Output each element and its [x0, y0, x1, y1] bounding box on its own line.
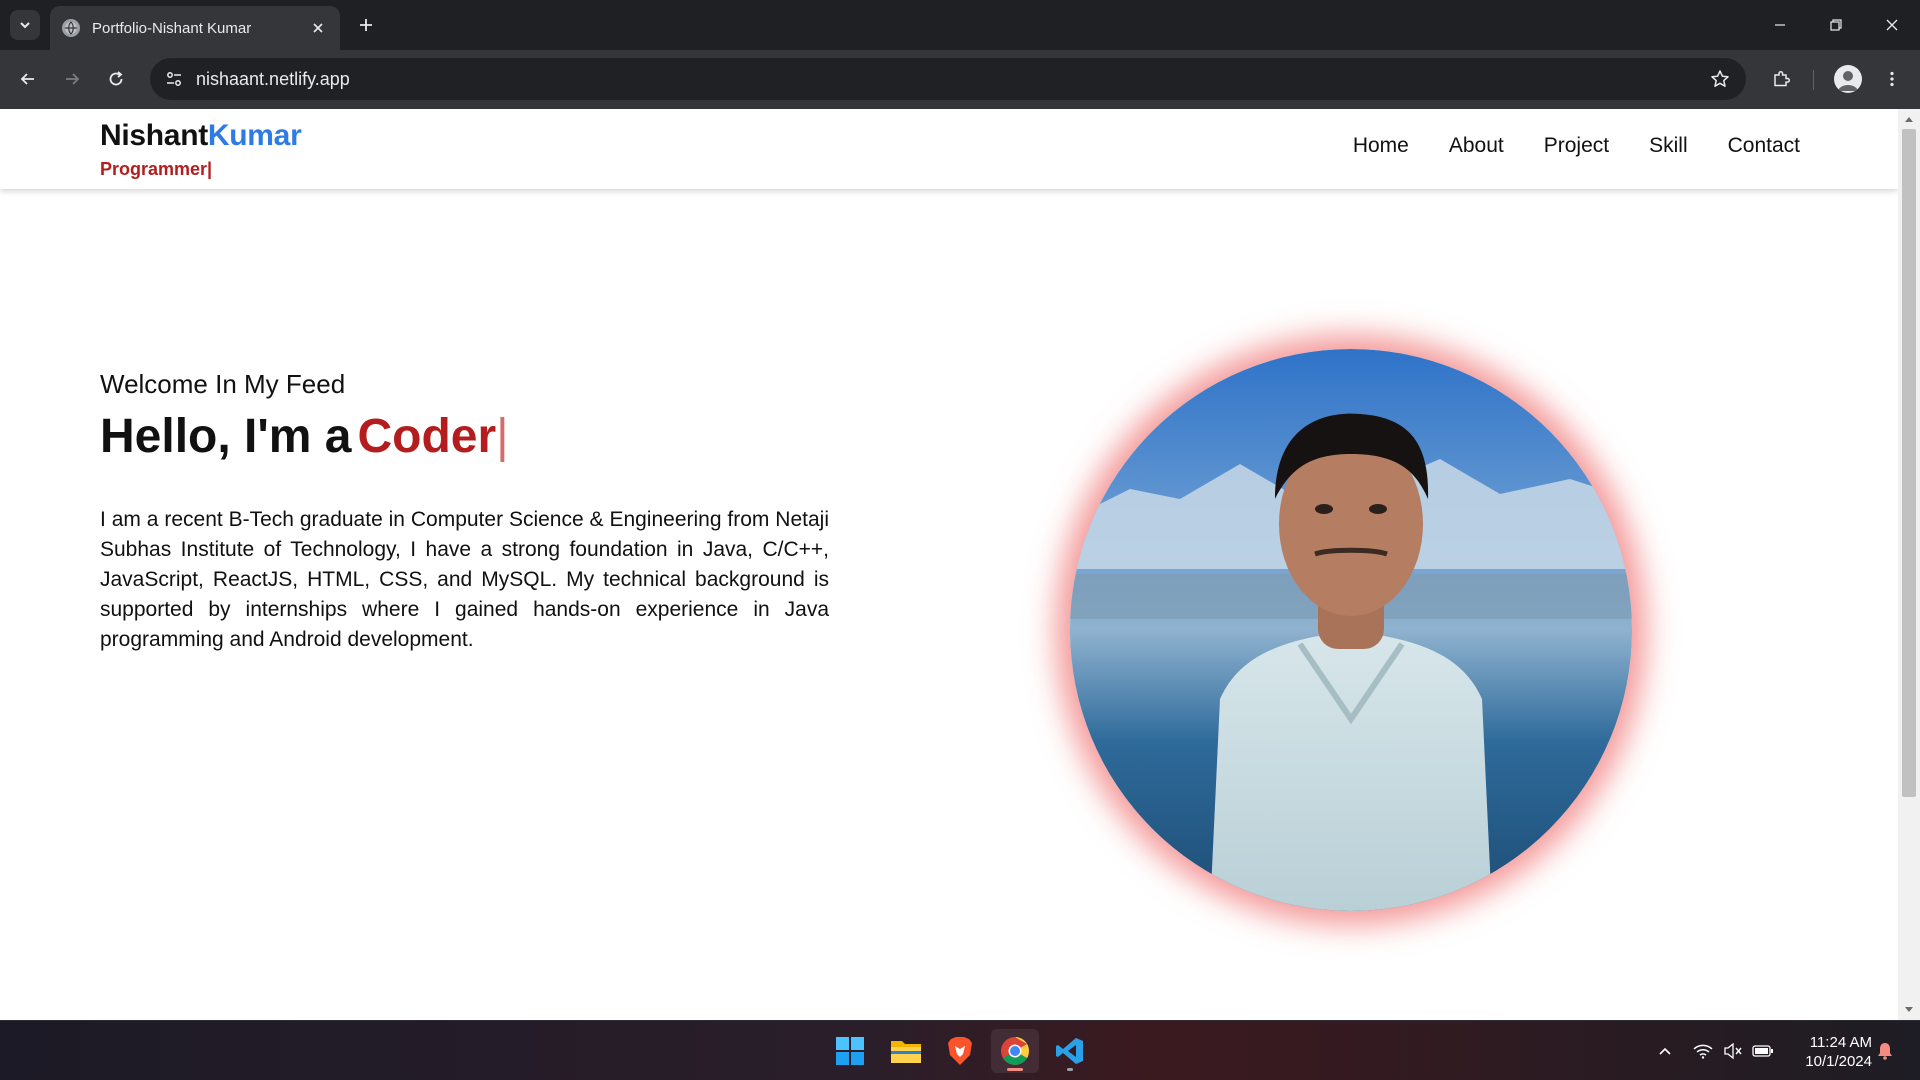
chevron-down-icon: [20, 22, 30, 29]
active-app-indicator: [1007, 1068, 1023, 1071]
chrome-icon: [1001, 1037, 1029, 1065]
running-app-indicator: [1067, 1068, 1073, 1071]
battery-icon[interactable]: [1750, 1038, 1776, 1064]
brave-browser-button[interactable]: [936, 1029, 984, 1073]
more-vertical-icon: [1890, 71, 1894, 87]
minimize-icon: [1775, 24, 1785, 26]
nav-about[interactable]: About: [1449, 134, 1504, 158]
portrait-image: [1070, 349, 1632, 911]
profile-portrait: [1070, 349, 1632, 911]
scrollbar-thumb[interactable]: [1902, 129, 1916, 797]
browser-tab-active[interactable]: Portfolio-Nishant Kumar: [50, 6, 340, 50]
arrow-right-icon: [66, 73, 80, 85]
plus-icon: [360, 19, 372, 31]
url-text[interactable]: nishaant.netlify.app: [196, 58, 350, 100]
close-tab-icon[interactable]: [308, 18, 328, 38]
taskbar-clock[interactable]: 11:24 AM 10/1/2024: [1790, 1033, 1872, 1071]
file-explorer-button[interactable]: [882, 1029, 930, 1073]
browser-toolbar: nishaant.netlify.app: [0, 50, 1920, 109]
arrow-left-icon: [20, 73, 34, 85]
scroll-down-arrow-icon[interactable]: [1903, 1004, 1915, 1016]
folder-icon: [891, 1041, 921, 1063]
restore-icon: [1830, 19, 1842, 31]
speaker-muted-icon[interactable]: [1720, 1038, 1746, 1064]
scroll-up-arrow-icon[interactable]: [1903, 113, 1915, 125]
notification-bell-icon[interactable]: [1875, 1041, 1895, 1061]
site-info-icon[interactable]: [162, 67, 186, 91]
browser-tabstrip: Portfolio-Nishant Kumar: [0, 0, 1920, 50]
nav-project[interactable]: Project: [1544, 134, 1609, 158]
windows-logo-icon: [836, 1037, 864, 1065]
chevron-up-icon[interactable]: [1652, 1038, 1678, 1064]
tab-search-button[interactable]: [10, 10, 40, 40]
address-bar[interactable]: nishaant.netlify.app: [150, 58, 1746, 100]
hero-title-accent: Coder|: [357, 410, 508, 463]
nav-home[interactable]: Home: [1353, 134, 1409, 158]
windows-taskbar: 11:24 AM 10/1/2024: [0, 1020, 1920, 1080]
profile-avatar[interactable]: [1834, 65, 1862, 93]
globe-icon: [62, 19, 80, 37]
close-window-button[interactable]: [1864, 0, 1920, 50]
wifi-icon[interactable]: [1690, 1038, 1716, 1064]
nav-contact[interactable]: Contact: [1728, 134, 1800, 158]
hero-welcome: Welcome In My Feed: [100, 369, 346, 399]
vscode-icon: [1056, 1038, 1083, 1064]
logo-first-name: Nishant: [100, 119, 208, 152]
hero-accent-word: Coder: [357, 410, 497, 463]
main-nav: Home About Project Skill Contact: [1353, 134, 1800, 158]
restore-button[interactable]: [1808, 0, 1864, 50]
toolbar-divider: [1813, 70, 1814, 90]
logo-role-text: Programmer|: [100, 159, 212, 180]
forward-button[interactable]: [56, 63, 88, 95]
reload-button[interactable]: [100, 63, 132, 95]
role-label: Programmer: [100, 159, 208, 179]
logo-last-name: Kumar: [207, 119, 302, 152]
hero-title: Hello, I'm a Coder|: [100, 409, 509, 464]
hero-description: I am a recent B-Tech graduate in Compute…: [100, 508, 829, 651]
chrome-menu-button[interactable]: [1876, 63, 1908, 95]
system-tray: [1652, 1021, 1776, 1080]
bookmark-star-icon[interactable]: [1708, 67, 1732, 91]
new-tab-button[interactable]: [352, 11, 380, 39]
role-caret: |: [207, 159, 213, 179]
start-button[interactable]: [826, 1029, 874, 1073]
nav-skill[interactable]: Skill: [1649, 134, 1688, 158]
vscode-button[interactable]: [1046, 1029, 1094, 1073]
hero-title-prefix: Hello, I'm a: [100, 410, 352, 463]
close-icon: [1886, 19, 1898, 31]
brave-lion-icon: [948, 1037, 972, 1065]
clock-date: 10/1/2024: [1805, 1053, 1872, 1070]
reload-icon: [109, 71, 123, 86]
chrome-button[interactable]: [991, 1029, 1039, 1073]
site-header: NishantKumar Programmer| Home About Proj…: [0, 109, 1898, 189]
page-scrollbar[interactable]: [1898, 109, 1920, 1020]
typing-caret: |: [496, 410, 509, 463]
window-controls: [1752, 0, 1920, 50]
minimize-button[interactable]: [1752, 0, 1808, 50]
page-viewport: NishantKumar Programmer| Home About Proj…: [0, 109, 1898, 1020]
site-logo[interactable]: NishantKumar: [100, 119, 302, 153]
extensions-button[interactable]: [1765, 63, 1797, 95]
back-button[interactable]: [12, 63, 44, 95]
tab-title: Portfolio-Nishant Kumar: [92, 19, 252, 37]
clock-time: 11:24 AM: [1809, 1034, 1872, 1051]
puzzle-icon: [1774, 70, 1791, 87]
